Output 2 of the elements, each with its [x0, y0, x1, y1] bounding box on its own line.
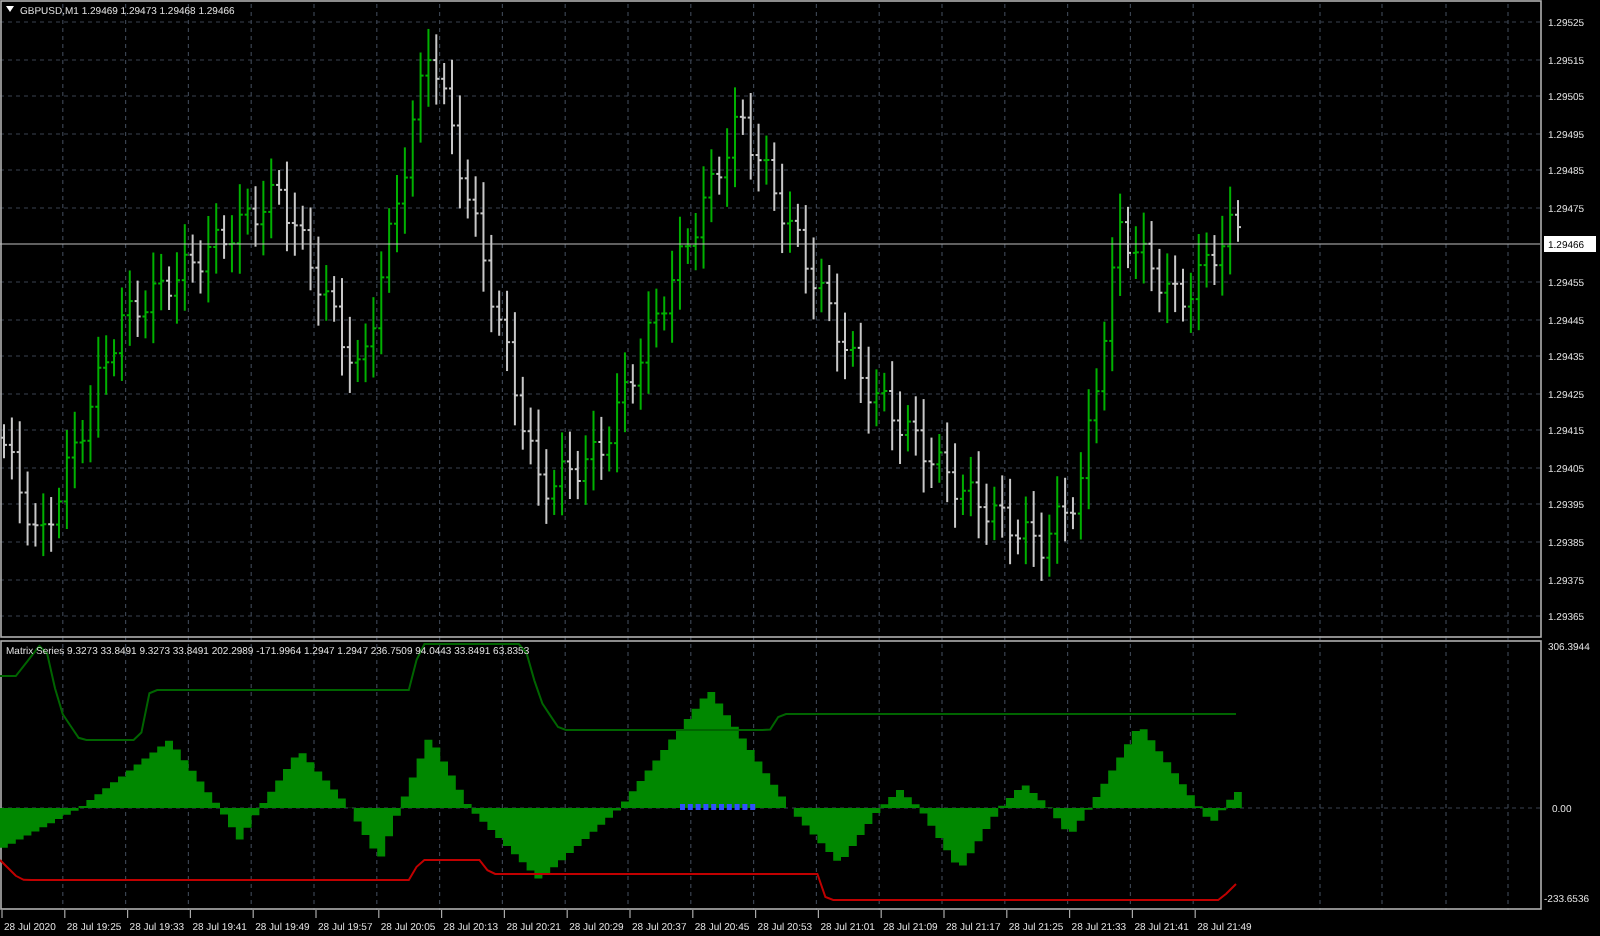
- dropdown-triangle-icon[interactable]: [6, 6, 14, 12]
- signal-dots-drawing: [680, 804, 756, 810]
